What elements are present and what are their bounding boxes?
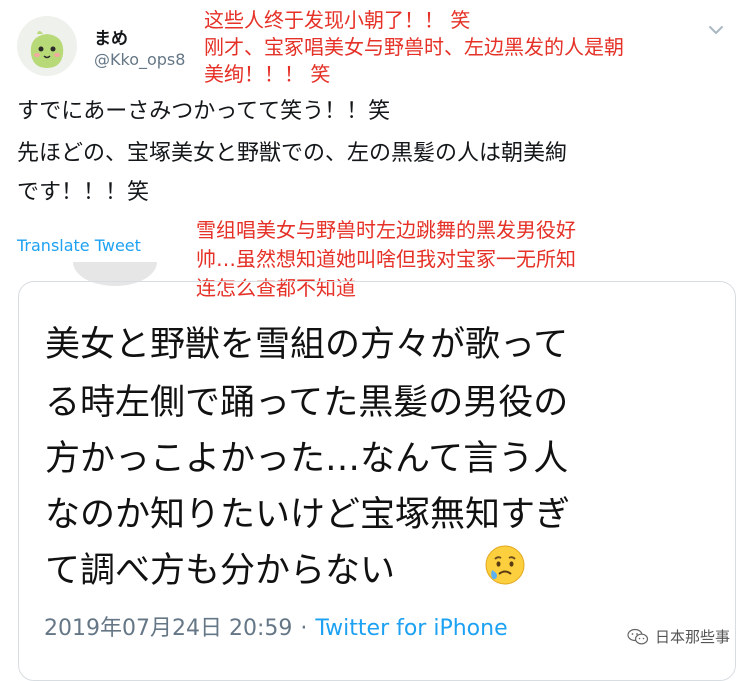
tweet-text-line: すでにあーさみつかってて笑う！！笑 [17, 99, 391, 124]
meta-separator: · [300, 616, 308, 641]
crying-face-icon [484, 544, 526, 586]
tweet-text-line: です！！！笑 [17, 180, 150, 205]
tweet-meta: 2019年07月24日 20:59 · Twitter for iPhone [44, 610, 508, 642]
annotation-line: 刚才、宝冢唱美女与野兽时、左边黑发的人是朝 [204, 35, 624, 59]
wechat-icon [627, 628, 649, 644]
quoted-text-line: なのか知りたいけど宝塚無知すぎ [45, 495, 571, 535]
author-display-name[interactable]: まめ [94, 24, 128, 49]
annotation-line: 这些人终于发现小朝了！！ 笑 [204, 8, 471, 32]
watermark: 日本那些事 [627, 626, 730, 647]
avatar[interactable] [17, 16, 77, 76]
quoted-text-line: る時左側で踊ってた黒髪の男役の [45, 383, 569, 423]
tweet-text-line: 先ほどの、宝塚美女と野獣での、左の黒髪の人は朝美絢 [17, 141, 568, 166]
author-handle[interactable]: @Kko_ops8 [94, 50, 185, 69]
annotation-line: 美绚！！！ 笑 [204, 62, 331, 86]
watermark-text: 日本那些事 [654, 628, 730, 646]
avatar-image [17, 16, 77, 76]
quoted-text-line: 美女と野獣を雪組の方々が歌って [45, 325, 569, 365]
quoted-text-line: て調べ方も分からない [45, 551, 396, 591]
chevron-down-icon[interactable] [704, 18, 728, 42]
tweet-source-link[interactable]: Twitter for iPhone [315, 616, 507, 641]
annotation-line: 帅…虽然想知道她叫啥但我对宝冢一无所知 [196, 247, 576, 271]
tweet-timestamp[interactable]: 2019年07月24日 20:59 [44, 616, 292, 641]
quoted-text-line: 方かっこよかった…なんて言う人 [45, 439, 569, 479]
translate-tweet-link[interactable]: Translate Tweet [17, 236, 141, 255]
annotation-line: 雪组唱美女与野兽时左边跳舞的黑发男役好 [196, 218, 576, 242]
